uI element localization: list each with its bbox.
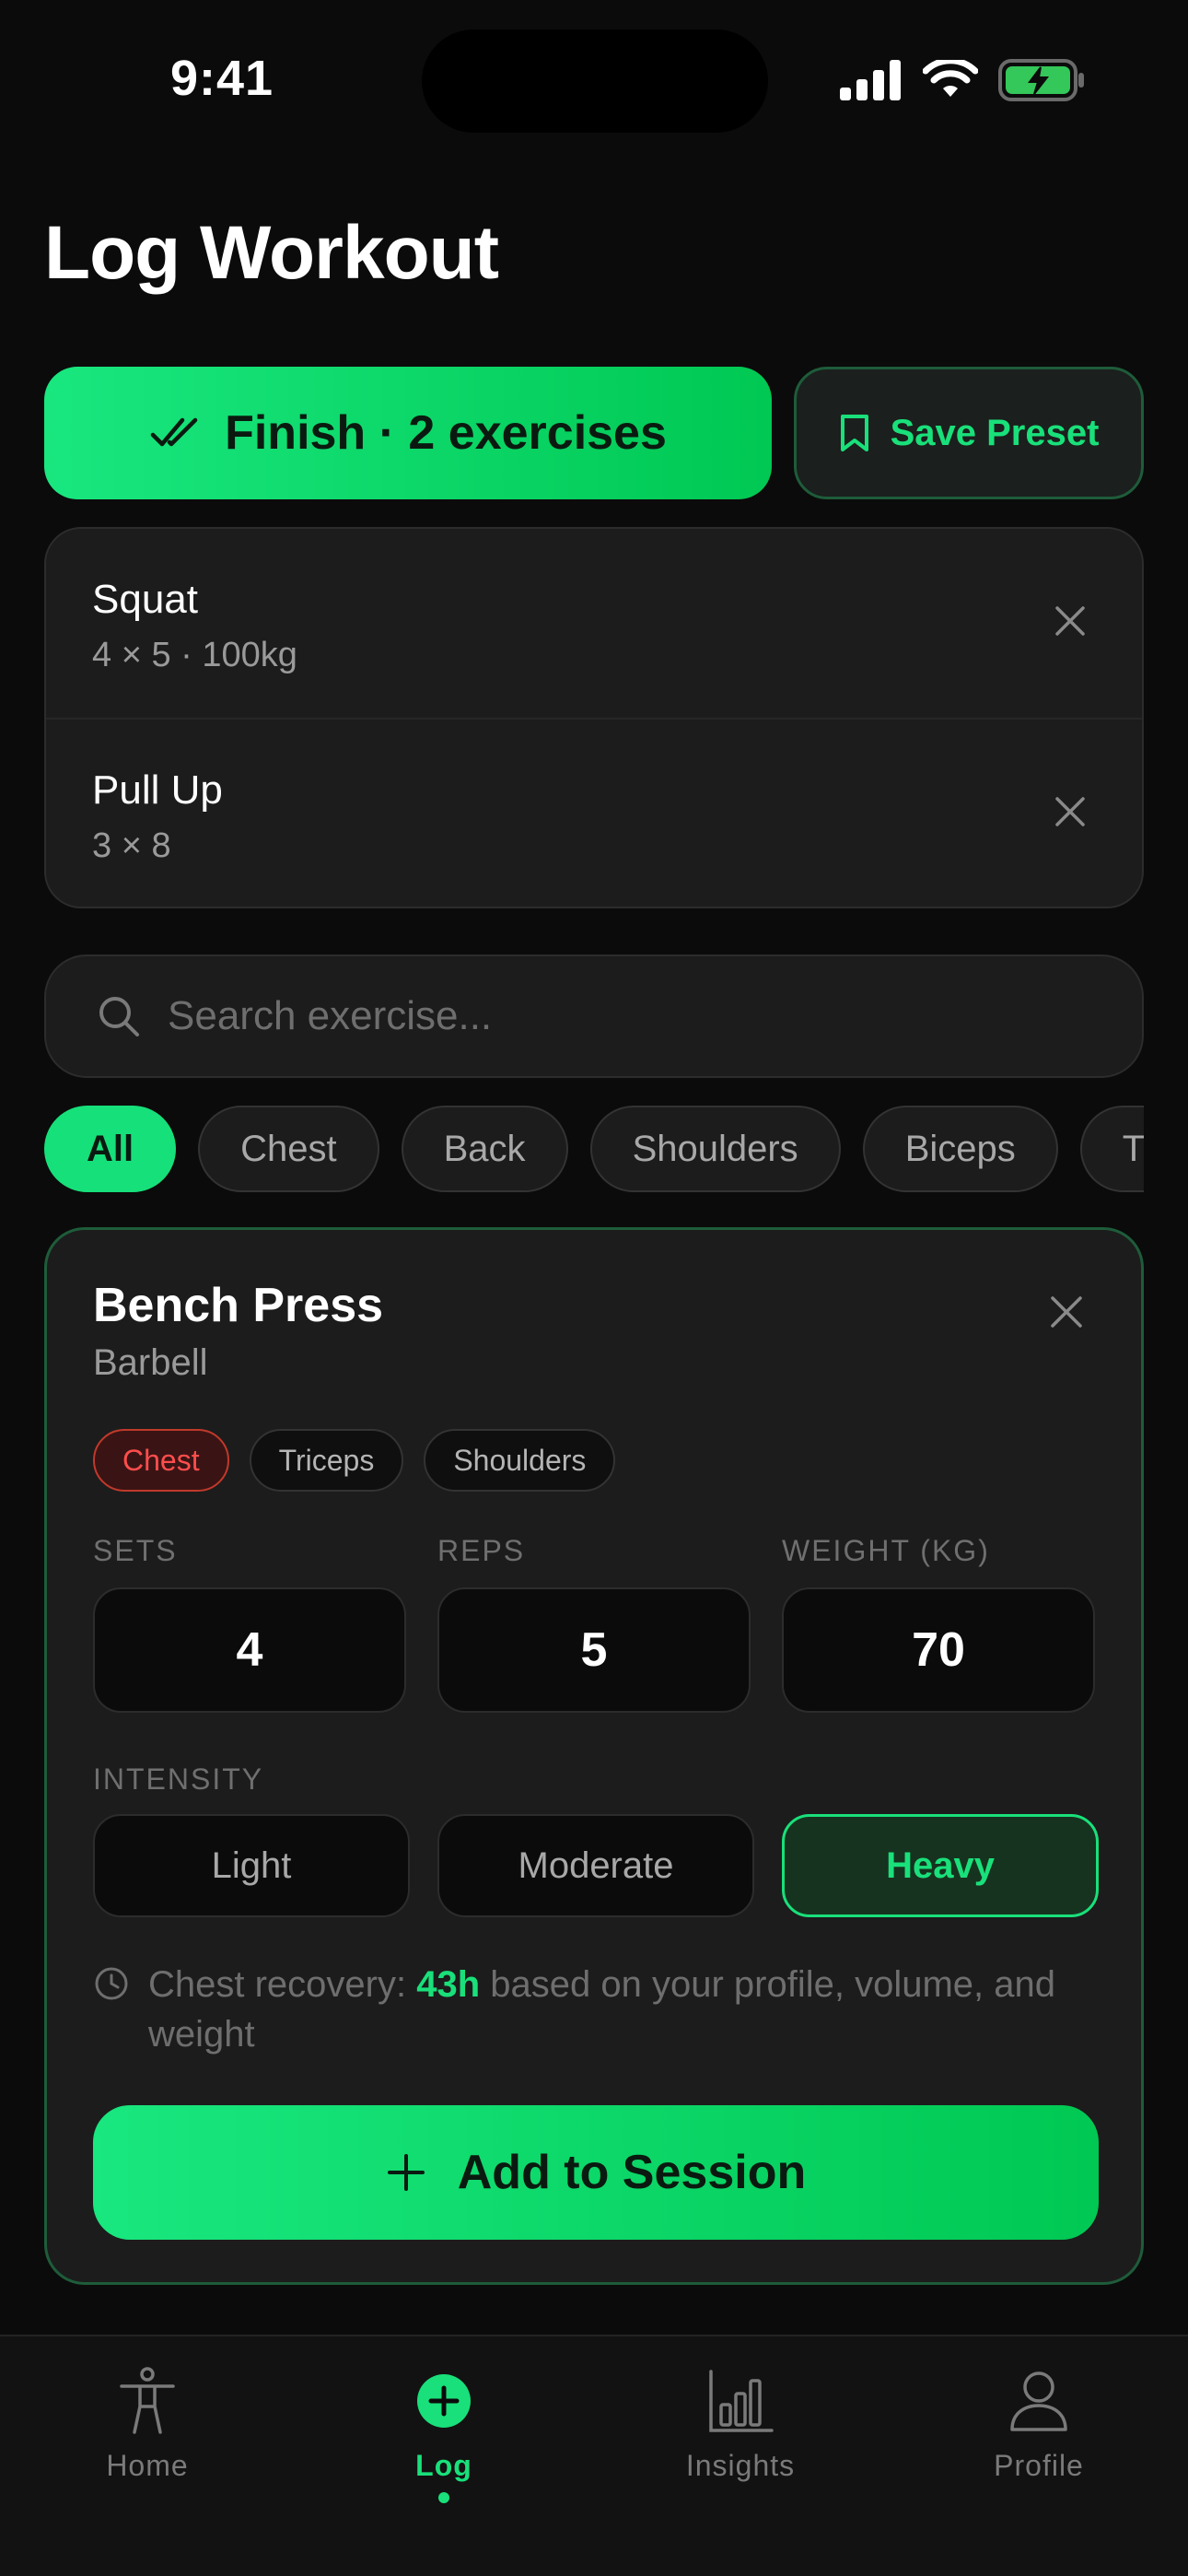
tab-insights[interactable]: Insights <box>630 2364 851 2483</box>
remove-exercise-icon[interactable] <box>1052 603 1089 639</box>
tab-log[interactable]: Log <box>333 2364 554 2503</box>
session-item-name: Pull Up <box>92 767 223 813</box>
chip-biceps[interactable]: Biceps <box>862 1106 1058 1192</box>
body-icon <box>120 2367 175 2434</box>
chip-shoulders[interactable]: Shoulders <box>589 1106 841 1192</box>
bar-chart-icon <box>709 2370 774 2432</box>
user-icon <box>1010 2371 1067 2431</box>
status-icons <box>840 59 1085 101</box>
recovery-text: Chest recovery: 43h based on your profil… <box>148 1960 1106 2059</box>
exercise-equipment: Barbell <box>93 1342 208 1383</box>
muscle-tags: Chest Triceps Shoulders <box>93 1429 616 1492</box>
tab-bar: Home Log Insights Profile <box>0 2335 1188 2576</box>
plus-icon <box>387 2154 425 2191</box>
status-time: 9:41 <box>170 51 274 106</box>
session-item-name: Squat <box>92 577 198 622</box>
exercise-editor-card: Bench Press Barbell Chest Triceps Should… <box>44 1227 1144 2285</box>
intensity-heavy-button[interactable]: Heavy <box>782 1814 1099 1917</box>
sets-label: SETS <box>93 1534 178 1567</box>
plus-circle-icon <box>417 2374 471 2428</box>
close-icon[interactable] <box>1047 1293 1086 1331</box>
bookmark-icon <box>840 415 868 451</box>
finish-button[interactable]: Finish · 2 exercises <box>44 367 772 499</box>
reps-input[interactable]: 5 <box>437 1587 751 1713</box>
session-item-detail: 3 × 8 <box>92 826 171 865</box>
add-to-session-button[interactable]: Add to Session <box>93 2105 1099 2240</box>
tab-home-label: Home <box>106 2449 189 2482</box>
exercise-name: Bench Press <box>93 1279 384 1332</box>
session-list: Squat 4 × 5 · 100kg Pull Up 3 × 8 <box>44 527 1144 908</box>
recovery-prefix: Chest recovery: <box>148 1964 417 2005</box>
chip-triceps[interactable]: T <box>1079 1106 1144 1192</box>
clock-icon <box>95 1967 128 2000</box>
wifi-icon <box>923 60 978 97</box>
tab-insights-label: Insights <box>685 2449 796 2482</box>
recovery-note: Chest recovery: 43h based on your profil… <box>93 1960 1106 2059</box>
tab-home[interactable]: Home <box>37 2364 258 2483</box>
muscle-tag-primary: Chest <box>93 1429 229 1492</box>
finish-label: Finish · 2 exercises <box>225 406 667 460</box>
muscle-tag: Shoulders <box>424 1429 616 1492</box>
recovery-hours: 43h <box>416 1964 481 2005</box>
page-title: Log Workout <box>44 211 499 295</box>
chip-all[interactable]: All <box>44 1106 177 1192</box>
reps-label: REPS <box>437 1534 526 1567</box>
save-preset-label: Save Preset <box>890 412 1100 453</box>
chip-chest[interactable]: Chest <box>198 1106 379 1192</box>
status-bar: 9:41 <box>0 0 1188 157</box>
tab-profile[interactable]: Profile <box>928 2364 1149 2483</box>
session-item-detail: 4 × 5 · 100kg <box>92 636 297 674</box>
search-box <box>44 954 1144 1078</box>
remove-exercise-icon[interactable] <box>1052 793 1089 830</box>
tab-profile-label: Profile <box>994 2449 1084 2482</box>
active-tab-indicator <box>438 2492 449 2503</box>
muscle-tag: Triceps <box>249 1429 404 1492</box>
intensity-light-button[interactable]: Light <box>93 1814 410 1917</box>
intensity-label: INTENSITY <box>93 1762 264 1796</box>
save-preset-button[interactable]: Save Preset <box>794 367 1144 499</box>
session-item: Squat 4 × 5 · 100kg <box>46 529 1142 718</box>
chip-back[interactable]: Back <box>401 1106 568 1192</box>
sets-input[interactable]: 4 <box>93 1587 406 1713</box>
search-input[interactable] <box>168 993 1070 1039</box>
battery-charging-icon <box>998 59 1084 101</box>
intensity-moderate-button[interactable]: Moderate <box>437 1814 754 1917</box>
muscle-filter-chips: All Chest Back Shoulders Biceps T <box>44 1106 1144 1194</box>
session-item: Pull Up 3 × 8 <box>46 718 1142 907</box>
dynamic-island <box>422 29 768 133</box>
tab-log-label: Log <box>415 2449 472 2482</box>
signal-icon <box>840 60 901 100</box>
search-icon <box>99 997 139 1036</box>
weight-label: WEIGHT (KG) <box>782 1534 990 1567</box>
weight-input[interactable]: 70 <box>782 1587 1095 1713</box>
add-to-session-label: Add to Session <box>457 2146 807 2199</box>
double-check-icon <box>150 417 198 447</box>
